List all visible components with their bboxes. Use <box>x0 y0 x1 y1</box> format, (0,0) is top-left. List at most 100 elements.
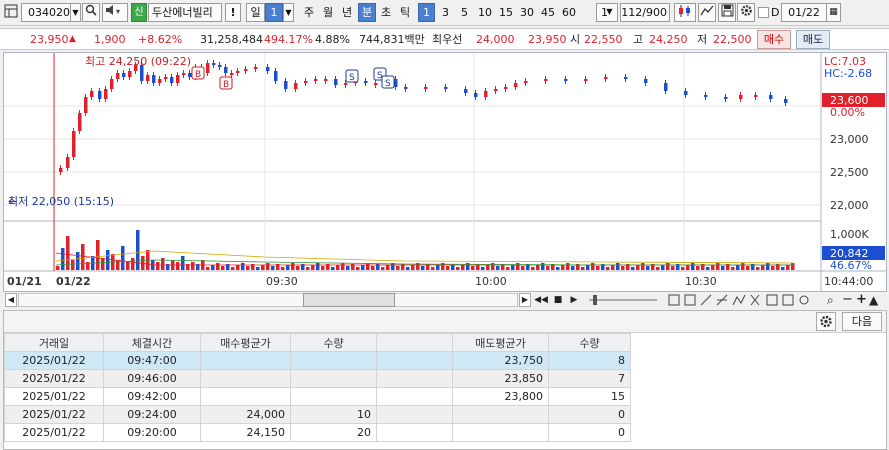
count-input[interactable]: 112/900 <box>620 3 670 22</box>
volume-bar <box>261 265 265 270</box>
column-header[interactable]: 매도평균가 <box>452 333 549 352</box>
candle-body <box>170 77 174 83</box>
candle-body <box>604 77 608 79</box>
search-icon[interactable] <box>82 3 100 22</box>
volume-bar <box>296 266 300 270</box>
speed-slider[interactable] <box>585 293 661 307</box>
period-month-tab[interactable]: 월 <box>319 3 337 22</box>
time-label: 09:30 <box>266 275 298 288</box>
chart-canvas: 최고 24,250 (09:22) 최저 22,050 (15:15) ← B … <box>4 53 886 291</box>
stock-name-field[interactable]: 두산에너빌리 <box>148 3 222 22</box>
chart-type-icon[interactable] <box>674 3 696 22</box>
candle-body <box>524 81 528 83</box>
search-zoom-icon[interactable]: ⌕ <box>827 292 841 308</box>
sell-button[interactable]: 매도 <box>796 30 830 49</box>
period-week-tab[interactable]: 주 <box>300 3 318 22</box>
volume-bar <box>541 263 545 270</box>
sell-marker[interactable]: S <box>381 75 395 89</box>
period-second-tab[interactable]: 초 <box>377 3 395 22</box>
volume-bar <box>101 258 105 270</box>
volume-bar <box>656 267 660 270</box>
buy-marker[interactable]: B <box>219 76 233 90</box>
warning-button[interactable]: ! <box>225 3 241 22</box>
table-row[interactable]: 2025/01/22 09:20:00 24,150 20 0 <box>4 423 631 442</box>
buy-avg-cell <box>200 369 291 388</box>
settings-icon[interactable] <box>737 3 755 22</box>
next-button[interactable]: 다음 <box>842 312 882 331</box>
volume-bar <box>316 263 320 270</box>
column-header[interactable]: 수량 <box>548 333 631 352</box>
speaker-icon[interactable]: ▾ <box>102 3 128 22</box>
interval-1[interactable]: 1 <box>418 3 435 22</box>
calendar-icon[interactable]: ▦ <box>826 3 841 22</box>
candle-body <box>624 77 628 79</box>
interval-3[interactable]: 3 <box>437 3 454 22</box>
volume-bar <box>521 266 525 270</box>
stop-icon[interactable]: ■ <box>551 293 565 307</box>
column-header[interactable]: 수량 <box>290 333 377 352</box>
period-tick-tab[interactable]: 틱 <box>396 3 414 22</box>
candle-body <box>484 91 488 97</box>
table-row[interactable]: 2025/01/22 09:47:00 23,750 8 <box>4 351 631 370</box>
stock-code-input[interactable]: 034020 <box>21 3 71 22</box>
table-row[interactable]: 2025/01/22 09:46:00 23,850 7 <box>4 369 631 388</box>
candle-body <box>128 71 132 77</box>
candle-body <box>544 79 548 81</box>
period-number-select[interactable]: 1 <box>265 3 283 22</box>
scroll-left-icon[interactable]: ◀ <box>5 293 17 307</box>
scroll-track[interactable] <box>18 293 518 307</box>
y-tick-label: 22,500 <box>830 166 869 179</box>
candlestick-chart[interactable]: 최고 24,250 (09:22) 최저 22,050 (15:15) ← B … <box>3 52 887 292</box>
interval-60[interactable]: 60 <box>559 3 579 22</box>
interval-15[interactable]: 15 <box>496 3 516 22</box>
candle-body <box>724 97 728 99</box>
period-dropdown-icon[interactable]: ▼ <box>283 3 294 22</box>
scroll-right-icon[interactable]: ▶ <box>519 293 531 307</box>
table-settings-icon[interactable] <box>816 312 836 331</box>
column-header[interactable]: 매수평균가 <box>200 333 291 352</box>
table-row[interactable]: 2025/01/22 09:42:00 23,800 15 <box>4 387 631 406</box>
candle-body <box>754 95 758 97</box>
period-day-tab[interactable]: 일 <box>246 3 265 22</box>
save-icon[interactable] <box>718 3 736 22</box>
buy-marker[interactable]: B <box>191 66 205 80</box>
interval-30[interactable]: 30 <box>517 3 537 22</box>
volume-bar <box>236 265 240 270</box>
volume-bar <box>96 240 100 270</box>
interval-45[interactable]: 45 <box>538 3 558 22</box>
column-header[interactable] <box>376 333 453 352</box>
interval-dropdown-icon[interactable]: ▼ <box>604 3 615 22</box>
volume-bar <box>231 267 235 270</box>
layout-icon[interactable] <box>3 3 19 22</box>
volume-axis-label: 1,000K <box>830 228 869 241</box>
volume-bar <box>461 265 465 270</box>
table-row[interactable]: 2025/01/22 09:24:00 24,000 10 0 <box>4 405 631 424</box>
play-icon[interactable]: ▶ <box>567 293 581 307</box>
rewind-icon[interactable]: ◀◀ <box>534 293 548 307</box>
date-checkbox[interactable] <box>758 7 769 18</box>
date-input[interactable]: 01/22 <box>781 3 827 22</box>
candle-body <box>182 73 186 75</box>
zoom-in-icon[interactable]: + <box>856 292 868 308</box>
indicator-icon[interactable] <box>698 3 716 22</box>
svg-text:B: B <box>223 80 229 90</box>
drawing-tools[interactable] <box>667 293 823 307</box>
interval-10[interactable]: 10 <box>475 3 495 22</box>
volume-bar <box>81 244 85 270</box>
period-year-tab[interactable]: 년 <box>338 3 356 22</box>
column-header[interactable]: 체결시간 <box>103 333 201 352</box>
volume-bar <box>546 266 550 270</box>
zoom-out-icon[interactable]: − <box>842 292 854 308</box>
quote-bar: 23,950 ▲ 1,900 +8.62% 31,258,484 494.17%… <box>0 28 889 50</box>
buy-button[interactable]: 매수 <box>757 30 791 49</box>
interval-5[interactable]: 5 <box>456 3 473 22</box>
sell-marker[interactable]: S <box>345 69 359 83</box>
stock-code-dropdown-icon[interactable]: ▼ <box>70 3 81 22</box>
expand-icon[interactable]: ▲ <box>869 292 883 308</box>
candle-body <box>266 67 270 71</box>
period-minute-tab[interactable]: 분 <box>358 3 376 22</box>
scroll-thumb[interactable] <box>303 293 395 307</box>
column-header[interactable]: 거래일 <box>4 333 104 352</box>
volume-bar <box>431 267 435 270</box>
y-tick-label: 22,000 <box>830 199 869 212</box>
